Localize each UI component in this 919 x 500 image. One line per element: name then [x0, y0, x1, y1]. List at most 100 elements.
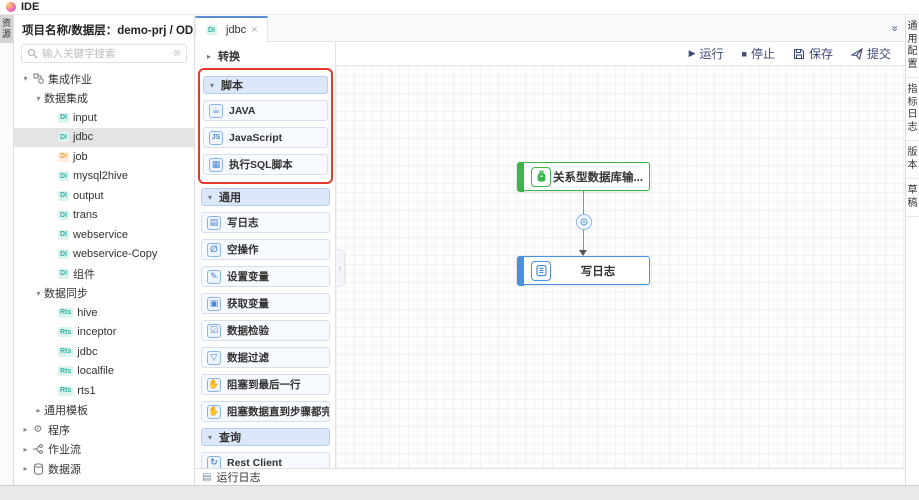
run-log-label: 运行日志 [216, 469, 260, 485]
tree-item-label: input [73, 112, 97, 124]
stop-label: 停止 [751, 45, 775, 62]
palette-item-执行SQL脚本[interactable]: ▦执行SQL脚本 [203, 154, 328, 175]
tree-item-label: job [73, 151, 88, 163]
right-tab-草稿[interactable]: 草稿 [906, 179, 919, 217]
tree-item-label: 数据同步 [44, 285, 88, 301]
palette-section-label: 通用 [219, 189, 241, 205]
tree-item-input[interactable]: DIinput [14, 108, 194, 128]
palette-item-阻塞数据直到步骤都完成[interactable]: ✋阻塞数据直到步骤都完成 [201, 401, 330, 422]
tree-item-label: 作业流 [48, 441, 81, 457]
write-log-icon [531, 261, 551, 281]
canvas-node-关系型数据库输...[interactable]: 关系型数据库输... [517, 162, 650, 191]
play-icon: ▶ [689, 48, 696, 59]
tree-item-数据集成[interactable]: ▾数据集成 [14, 89, 194, 109]
tree-item-label: jdbc [73, 131, 93, 143]
palette-item-数据过滤[interactable]: ▽数据过滤 [201, 347, 330, 368]
close-icon[interactable]: × [251, 24, 257, 36]
tree-item-localfile[interactable]: Rtslocalfile [14, 362, 194, 382]
chevron-down-icon: ▾ [210, 81, 214, 90]
run-button[interactable]: ▶运行 [689, 45, 724, 62]
chevron-right-icon[interactable]: ▸ [20, 425, 31, 434]
palette-item-label: 获取变量 [227, 296, 269, 311]
palette-item-label: Rest Client [227, 457, 282, 469]
tree-item-rts1[interactable]: Rtsrts1 [14, 381, 194, 401]
di-badge-icon: DI [58, 132, 69, 142]
palette-item-JAVA[interactable]: ☕JAVA [203, 100, 328, 121]
collapse-tabs-button[interactable]: » [892, 22, 897, 34]
canvas-node-写日志[interactable]: 写日志 [517, 256, 650, 285]
palette-item-Rest Client[interactable]: ↻Rest Client [201, 452, 330, 468]
palette-item-JavaScript[interactable]: JSJavaScript [203, 127, 328, 148]
tree-item-label: localfile [77, 365, 114, 377]
edge-link-icon[interactable] [576, 214, 592, 230]
search-input[interactable] [42, 48, 169, 60]
tab-label: jdbc [226, 24, 246, 36]
tree-item-程序[interactable]: ▸⚙程序 [14, 420, 194, 440]
tree-item-label: rts1 [77, 385, 95, 397]
tree-item-mysql2hive[interactable]: DImysql2hive [14, 167, 194, 187]
run-log-bar[interactable]: ▤ 运行日志 [195, 468, 905, 485]
project-header: 项目名称/数据层：demo-prj / ODS [14, 15, 194, 41]
chevron-down-icon[interactable]: ▾ [33, 289, 44, 298]
stop-button[interactable]: ■ 停止 [742, 45, 775, 62]
save-button[interactable]: 保存 [793, 45, 833, 62]
tree-item-trans[interactable]: DItrans [14, 206, 194, 226]
palette-section-转换[interactable]: ▸转换 [201, 47, 330, 65]
activity-tab-resources[interactable]: 资源 [0, 15, 13, 43]
tree-item-webservice-Copy[interactable]: DIwebservice-Copy [14, 245, 194, 265]
chevron-down-icon: ▾ [208, 433, 212, 442]
tree-item-hive[interactable]: Rtshive [14, 303, 194, 323]
right-tab-通用配置[interactable]: 通用配置 [906, 15, 919, 78]
tree-item-inceptor[interactable]: Rtsinceptor [14, 323, 194, 343]
tree-item-label: 数据源 [48, 461, 81, 477]
palette-section-查询[interactable]: ▾查询 [201, 428, 330, 446]
palette-item-设置变量[interactable]: ✎设置变量 [201, 266, 330, 287]
tree-item-jdbc[interactable]: Rtsjdbc [14, 342, 194, 362]
palette-section-通用[interactable]: ▾ 通用 [201, 188, 330, 206]
data-filter-icon: ▽ [207, 351, 221, 365]
chevron-right-icon[interactable]: ▸ [20, 464, 31, 473]
right-tab-指标日志[interactable]: 指标日志 [906, 78, 919, 141]
palette-item-空操作[interactable]: ∅空操作 [201, 239, 330, 260]
di-badge-icon: DI [58, 152, 69, 162]
tree-item-webservice[interactable]: DIwebservice [14, 225, 194, 245]
tree-item-组件[interactable]: DI组件 [14, 264, 194, 284]
tree-item-作业流[interactable]: ▸ 作业流 [14, 440, 194, 460]
set-variable-icon: ✎ [207, 270, 221, 284]
chevron-down-icon[interactable]: ▾ [20, 74, 31, 83]
palette-item-label: 写日志 [227, 215, 259, 230]
palette-item-获取变量[interactable]: ▣获取变量 [201, 293, 330, 314]
no-op-icon: ∅ [207, 243, 221, 257]
activity-bar: 资源 [0, 15, 14, 485]
tree-item-通用模板[interactable]: ▸通用模板 [14, 401, 194, 421]
palette-item-阻塞到最后一行[interactable]: ✋阻塞到最后一行 [201, 374, 330, 395]
tree-item-label: 数据集成 [44, 90, 88, 106]
clear-search-icon[interactable]: ⊗ [173, 48, 181, 59]
resource-tree: ▾集成作业▾数据集成DIinputDIjdbcDIjobDImysql2hive… [14, 67, 194, 485]
palette-item-写日志[interactable]: ▤写日志 [201, 212, 330, 233]
send-icon [851, 48, 863, 60]
right-tab-版本[interactable]: 版本 [906, 141, 919, 179]
tree-item-jdbc[interactable]: DI jdbc [14, 128, 194, 148]
tree-item-output[interactable]: DIoutput [14, 186, 194, 206]
collapse-palette-handle[interactable]: ‹ [336, 249, 345, 287]
tab-jdbc[interactable]: DI jdbc × [195, 16, 268, 42]
chevron-right-icon[interactable]: ▸ [33, 406, 44, 415]
search-box[interactable]: ⊗ [21, 44, 187, 63]
chevron-right-icon[interactable]: ▸ [20, 445, 31, 454]
palette-section-脚本[interactable]: ▾脚本 [203, 76, 328, 94]
tree-item-集成作业[interactable]: ▾集成作业 [14, 69, 194, 89]
stop-icon: ■ [742, 49, 747, 59]
submit-button[interactable]: 提交 [851, 45, 891, 62]
workflow-icon [31, 444, 45, 454]
chevron-down-icon[interactable]: ▾ [33, 94, 44, 103]
tree-item-数据同步[interactable]: ▾数据同步 [14, 284, 194, 304]
di-badge-icon: DI [58, 230, 69, 240]
chevron-down-icon: ▾ [208, 193, 212, 202]
palette-item-数据检验[interactable]: ☑数据检验 [201, 320, 330, 341]
tree-item-label: 程序 [48, 422, 70, 438]
tree-item-job[interactable]: DI job [14, 147, 194, 167]
tree-item-label: webservice-Copy [73, 248, 157, 260]
flow-canvas[interactable]: ‹ 关系型数据库输... 写日志 [336, 66, 905, 468]
tree-item-数据源[interactable]: ▸ 数据源 [14, 459, 194, 479]
